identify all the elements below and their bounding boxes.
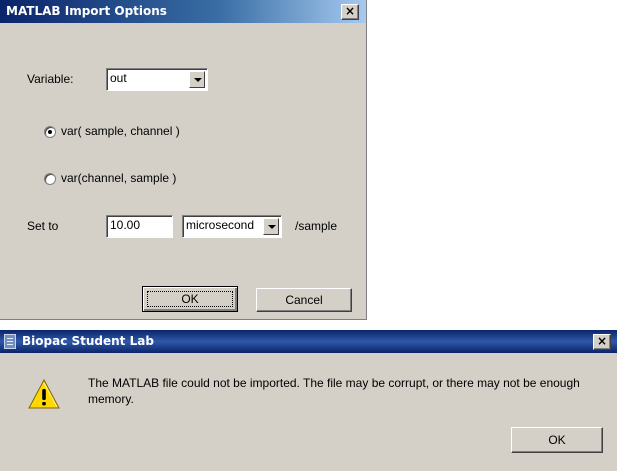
biopac-error-dialog: Biopac Student Lab × The MATLAB file cou… [0, 330, 617, 471]
per-sample-label: /sample [295, 219, 338, 233]
error-dialog-titlebar[interactable]: Biopac Student Lab × [0, 330, 617, 353]
import-dialog-titlebar[interactable]: MATLAB Import Options × [0, 0, 366, 23]
warning-icon [28, 379, 60, 409]
error-dialog-title: Biopac Student Lab [22, 334, 154, 348]
set-to-label: Set to [27, 219, 59, 233]
chevron-down-icon[interactable] [189, 71, 205, 88]
radio-channel-sample[interactable] [44, 173, 56, 185]
variable-label: Variable: [27, 72, 74, 86]
error-dialog-close-button[interactable]: × [593, 334, 611, 350]
close-icon: × [344, 4, 356, 18]
error-message: The MATLAB file could not be imported. T… [88, 376, 580, 406]
radio-channel-sample-label[interactable]: var(channel, sample ) [61, 171, 176, 185]
radio-sample-channel-label[interactable]: var( sample, channel ) [61, 124, 180, 138]
variable-dropdown[interactable]: out [106, 68, 208, 91]
cancel-button[interactable]: Cancel [256, 288, 352, 312]
variable-value: out [110, 71, 127, 85]
matlab-import-options-dialog: MATLAB Import Options × Variable: out va… [0, 0, 367, 320]
error-ok-button[interactable]: OK [511, 427, 603, 453]
time-unit-value: microsecond [186, 218, 255, 232]
chevron-down-icon[interactable] [263, 218, 279, 235]
close-icon: × [596, 334, 608, 348]
import-dialog-title: MATLAB Import Options [6, 4, 167, 18]
screenshot: MATLAB Import Options × Variable: out va… [0, 0, 617, 471]
error-ok-button-label: OK [548, 433, 566, 447]
ok-button-label: OK [147, 291, 233, 307]
sample-interval-value: 10.00 [110, 218, 141, 232]
radio-sample-channel[interactable] [44, 126, 56, 138]
biopac-app-icon [4, 334, 16, 349]
cancel-button-label: Cancel [285, 293, 323, 307]
import-dialog-close-button[interactable]: × [341, 4, 359, 20]
sample-interval-input[interactable]: 10.00 [106, 215, 173, 238]
ok-button[interactable]: OK [142, 286, 238, 312]
time-unit-dropdown[interactable]: microsecond [182, 215, 282, 238]
